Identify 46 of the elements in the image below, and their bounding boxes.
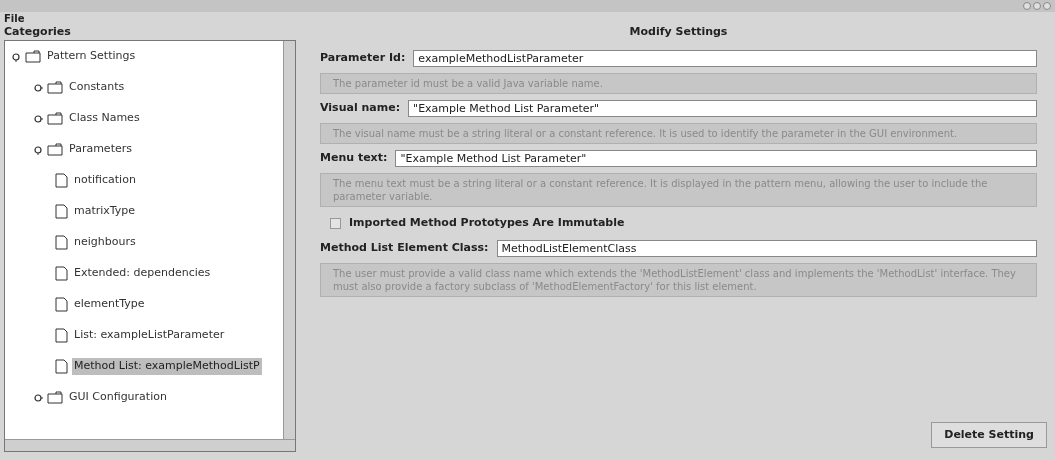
folder-icon [25, 50, 41, 63]
panel-title: Modify Settings [628, 24, 729, 40]
document-icon [55, 235, 68, 250]
input-field[interactable]: exampleMethodListParameter [413, 50, 1037, 67]
tree-item[interactable]: matrixType [72, 203, 138, 220]
checkbox[interactable] [330, 217, 341, 229]
folder-icon [47, 391, 63, 404]
menu-item[interactable]: File [4, 10, 25, 26]
tree-item[interactable]: Class Names [67, 110, 142, 127]
field-label: Method List Element Class: [320, 239, 489, 256]
expanded-toggle-icon[interactable] [11, 51, 21, 62]
tree-item[interactable]: Constants [67, 79, 127, 96]
input-field[interactable]: MethodListElementClass [496, 239, 1037, 257]
document-icon [55, 297, 68, 312]
document-icon [55, 204, 68, 219]
document-icon [55, 173, 68, 188]
tree-item[interactable]: Pattern Settings [45, 48, 138, 65]
panel-title: Categories [4, 24, 72, 40]
field-label: Visual name: [320, 100, 401, 117]
horizontal-scrollbar[interactable] [5, 439, 295, 451]
checkbox-label: Imported Method Prototypes Are Immutable [349, 215, 625, 231]
delete-button[interactable]: Delete Setting [931, 422, 1047, 448]
vertical-scrollbar[interactable] [283, 41, 295, 439]
tree-item[interactable]: Extended: dependencies [72, 265, 213, 282]
help-text: The parameter id must be a valid Java variable name. [320, 73, 1037, 94]
input-field[interactable]: "Example Method List Parameter" [395, 150, 1037, 167]
tree-item[interactable]: notification [72, 172, 138, 189]
input-field[interactable]: "Example Method List Parameter" [408, 100, 1037, 117]
document-icon [55, 328, 68, 343]
tree-item[interactable]: neighbours [72, 234, 138, 251]
field-label: Parameter Id: [320, 50, 406, 67]
tree-item[interactable]: List: exampleListParameter [72, 327, 227, 344]
document-icon [55, 266, 68, 281]
field-label: Menu text: [320, 150, 388, 167]
folder-icon [47, 112, 63, 125]
tree-item[interactable]: Parameters [67, 141, 134, 158]
folder-icon [47, 143, 63, 156]
collapsed-toggle-icon[interactable] [33, 113, 43, 124]
collapsed-toggle-icon[interactable] [33, 82, 43, 93]
collapsed-toggle-icon[interactable] [33, 392, 43, 403]
tree-item[interactable]: Method List: exampleMethodListP [72, 358, 262, 375]
folder-icon [47, 81, 63, 94]
tree-item[interactable]: GUI Configuration [67, 389, 169, 406]
expanded-toggle-icon[interactable] [33, 144, 43, 155]
tree-item[interactable]: elementType [72, 296, 147, 313]
document-icon [55, 359, 68, 374]
